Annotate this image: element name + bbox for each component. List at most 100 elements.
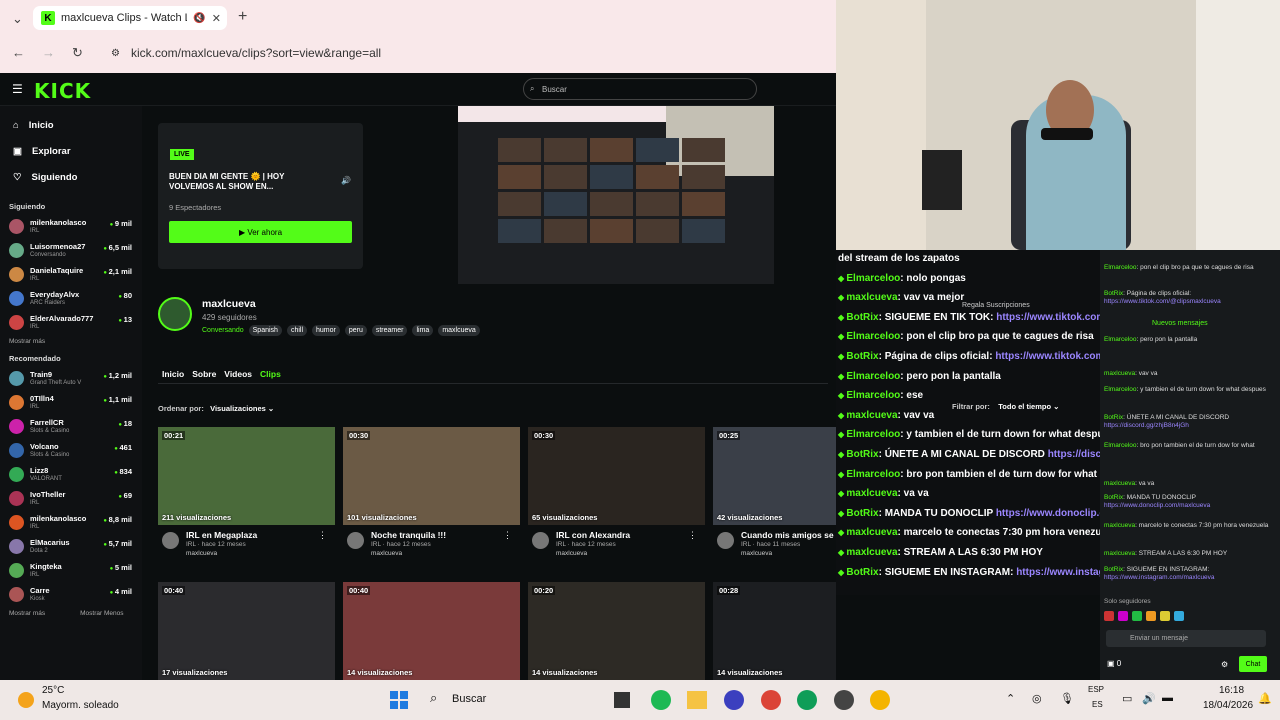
sidebar-channel[interactable]: Train9Grand Theft Auto V 1,2 mil [0,366,142,390]
emote-icon[interactable] [1104,611,1114,621]
back-icon[interactable]: ← [12,45,25,60]
kick-logo[interactable]: KICK [34,79,91,103]
chat-username[interactable]: BotRix [846,351,878,362]
clip-user[interactable]: maxlcueva [186,550,217,557]
chat-username[interactable]: Elmarceloo [846,371,900,382]
tray-chevron-icon[interactable]: ⌃ [1006,692,1015,705]
clip-title[interactable]: IRL en Megaplaza [186,530,257,540]
language-code[interactable]: ESP [1088,685,1104,694]
chat-send-button[interactable]: Chat [1239,656,1267,672]
clip-thumbnail[interactable]: 00:30 65 visualizaciones [528,427,705,525]
sidebar-channel[interactable]: milenkanolascoIRL 9 mil [0,214,142,238]
tab-videos[interactable]: Videos [224,369,252,379]
reload-icon[interactable]: ↻ [72,45,83,61]
clock-time[interactable]: 16:18 [1219,685,1244,696]
stream-webcam-video[interactable] [836,0,1280,250]
clip-card[interactable]: 00:30 65 visualizaciones IRL con Alexandra… [528,427,705,559]
clip-user[interactable]: maxlcueva [371,550,402,557]
chat-username[interactable]: maxlcueva [846,488,897,499]
battery-icon[interactable]: ▬ [1162,692,1173,704]
settings-icon[interactable]: ⚙ [1221,660,1228,669]
live-preview-video[interactable] [458,106,774,284]
new-tab-icon[interactable]: + [238,8,247,26]
notifications-icon[interactable]: 🔔 [1258,692,1272,705]
avatar[interactable] [158,297,192,331]
clip-user[interactable]: maxlcueva [556,550,587,557]
chat-username[interactable]: BotRix [846,449,878,460]
sidebar-channel[interactable]: ElderAlvarado777IRL 13 [0,310,142,334]
clip-title[interactable]: IRL con Alexandra [556,530,630,540]
browser-tab[interactable]: K maxlcueva Clips - Watch Live 🔇 ✕ [33,6,227,30]
sidebar-channel[interactable]: IvoThellerIRL 69 [0,486,142,510]
forward-icon[interactable]: → [42,45,55,60]
new-messages-label[interactable]: Nuevos mensajes [1152,320,1208,327]
chat-message-input[interactable]: Enviar un mensaje [1106,630,1266,647]
emote-icon[interactable] [1174,611,1184,621]
clip-card[interactable]: 00:40 14 visualizaciones [343,582,520,680]
clip-thumbnail[interactable]: 00:30 101 visualizaciones [343,427,520,525]
chat-username[interactable]: Elmarceloo [846,273,900,284]
windows-start-icon[interactable] [390,691,408,709]
filter-dropdown[interactable]: Todo el tiempo ⌄ [998,402,1059,411]
keyboard-code[interactable]: ES [1092,700,1103,709]
obs-icon[interactable] [724,690,744,710]
sidebar-channel[interactable]: FarrellCRSlots & Casino 18 [0,414,142,438]
watch-now-button[interactable]: ▶ Ver ahora [169,221,352,243]
gift-subs-button[interactable]: Regala Suscripciones [962,302,1030,309]
sidebar-channel[interactable]: DanielaTaquireIRL 2,1 mil [0,262,142,286]
volume-icon[interactable]: 🔊 [1142,692,1156,705]
close-icon[interactable]: ✕ [212,12,221,25]
emote-icon[interactable] [1146,611,1156,621]
tag[interactable]: peru [344,325,367,336]
chat-username[interactable]: BotRix [846,567,878,578]
clip-card[interactable]: 00:25 42 visualizaciones Cuando mis amigos… [713,427,836,559]
show-more-following[interactable]: Mostrar más [0,334,142,348]
sidebar-channel[interactable]: milenkanolascoIRL 8,8 mil [0,510,142,534]
display-icon[interactable]: ▭ [1122,692,1132,705]
mute-icon[interactable]: 🔇 [193,13,205,24]
sidebar-channel[interactable]: 0TIlln4IRL 1,1 mil [0,390,142,414]
chat-username[interactable]: Elmarceloo [846,390,900,401]
chat-username[interactable]: Elmarceloo [846,429,900,440]
clip-title[interactable]: Cuando mis amigos se [741,530,834,540]
chat-username[interactable]: BotRix [846,312,878,323]
sidebar-item-siguiendo[interactable]: ♡ Siguiendo [0,164,142,190]
app-icon[interactable] [834,690,854,710]
emote-icon[interactable] [1132,611,1142,621]
task-view-icon[interactable] [614,692,630,708]
chrome-profile-icon[interactable] [797,690,817,710]
tag[interactable]: maxlcueva [438,325,480,336]
show-more-button[interactable]: Mostrar más [9,610,45,617]
sidebar-item-explorar[interactable]: ▣ Explorar [0,138,142,164]
chat-username[interactable]: BotRix [846,508,878,519]
clock-date[interactable]: 18/04/2026 [1203,700,1253,711]
tab-list-icon[interactable]: ⌄ [12,11,23,27]
clip-card[interactable]: 00:30 101 visualizaciones Noche tranquila … [343,427,520,559]
spotify-icon[interactable] [651,690,671,710]
clip-user[interactable]: maxlcueva [741,550,772,557]
chat-username[interactable]: Elmarceloo [846,331,900,342]
chat-username[interactable]: maxlcueva [846,292,897,303]
address-bar[interactable]: ⚙ kick.com/maxlcueva/clips?sort=view&ran… [103,39,828,67]
tag[interactable]: chill [286,325,307,336]
taskbar-search[interactable]: Buscar [452,693,486,705]
clip-card[interactable]: 00:20 14 visualizaciones [528,582,705,680]
category-link[interactable]: Conversando [202,327,244,334]
clip-thumbnail[interactable]: 00:21 211 visualizaciones [158,427,335,525]
menu-icon[interactable]: ☰ [12,82,23,96]
tab-inicio[interactable]: Inicio [162,369,184,379]
clip-card[interactable]: 00:28 14 visualizaciones [713,582,836,680]
clip-card[interactable]: 00:21 211 visualizaciones IRL en Megaplaza… [158,427,335,559]
sidebar-channel[interactable]: ElMacariusDota 2 5,7 mil [0,534,142,558]
sort-dropdown[interactable]: Visualizaciones ⌄ [210,404,274,413]
points-counter[interactable]: ▣ 0 [1107,659,1121,668]
sidebar-channel[interactable]: CarreKiosk 4 mil [0,582,142,606]
chat-username[interactable]: Elmarceloo [846,469,900,480]
microphone-icon[interactable]: 🎙 [1060,692,1074,705]
tab-sobre[interactable]: Sobre [192,369,216,379]
emote-icon[interactable] [1118,611,1128,621]
search-input[interactable]: ⌕ Buscar [523,78,757,100]
chat-username[interactable]: maxlcueva [846,527,897,538]
more-options-icon[interactable]: ⋮ [688,530,697,541]
emote-icon[interactable] [1160,611,1170,621]
